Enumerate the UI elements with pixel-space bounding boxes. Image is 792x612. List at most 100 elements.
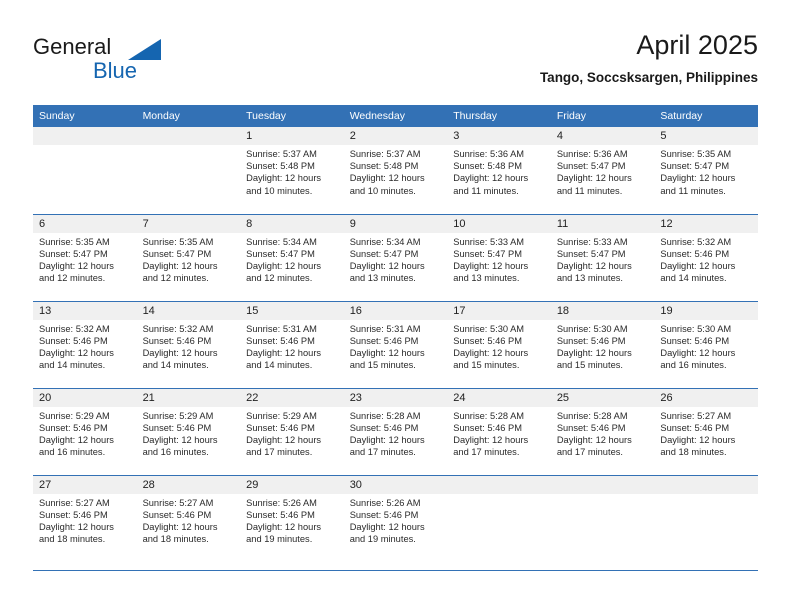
day-number: 2: [343, 127, 448, 145]
calendar-day-cell[interactable]: 24 Sunrise: 5:28 AM Sunset: 5:46 PM Dayligh…: [447, 387, 551, 475]
calendar-week-row: 6 Sunrise: 5:35 AM Sunset: 5:47 PM Daylight…: [33, 213, 758, 301]
calendar-day-cell[interactable]: 2 Sunrise: 5:37 AM Sunset: 5:48 PM Daylight…: [343, 127, 448, 214]
calendar-day-cell[interactable]: 20 Sunrise: 5:29 AM Sunset: 5:46 PM Dayligh…: [33, 387, 137, 475]
daylight-text-line2: and 10 minutes.: [349, 185, 416, 196]
daylight-text-line2: and 19 minutes.: [246, 534, 313, 545]
day-details: Sunrise: 5:37 AM Sunset: 5:48 PM Daylight:…: [344, 145, 448, 197]
daylight-text-line1: Daylight: 12 hours: [453, 173, 529, 184]
calendar-day-cell[interactable]: 8 Sunrise: 5:34 AM Sunset: 5:47 PM Daylight…: [240, 213, 344, 301]
day-number: 13: [33, 301, 137, 320]
sunset-text: Sunset: 5:46 PM: [349, 335, 419, 346]
sunset-text: Sunset: 5:47 PM: [349, 248, 419, 259]
daylight-text-line1: Daylight: 12 hours: [246, 260, 322, 271]
daylight-text-line1: Daylight: 12 hours: [453, 434, 529, 445]
sunset-text: Sunset: 5:47 PM: [453, 248, 522, 259]
sunrise-text: Sunrise: 5:29 AM: [39, 410, 110, 421]
calendar-day-cell[interactable]: 16 Sunrise: 5:31 AM Sunset: 5:46 PM Dayligh…: [343, 300, 448, 388]
sunrise-text: Sunrise: 5:30 AM: [660, 323, 732, 334]
sunrise-text: Sunrise: 5:29 AM: [246, 410, 317, 421]
sunset-text: Sunset: 5:47 PM: [556, 161, 626, 172]
day-number: [550, 475, 655, 494]
sunset-text: Sunset: 5:46 PM: [246, 422, 315, 433]
page-header: General Blue April 2025 Tango, Soccsksar…: [33, 28, 758, 94]
sunrise-text: Sunrise: 5:28 AM: [556, 410, 628, 421]
calendar-day-cell[interactable]: 18 Sunrise: 5:30 AM Sunset: 5:46 PM Dayligh…: [550, 300, 655, 388]
daylight-text-line2: and 17 minutes.: [349, 447, 416, 458]
logo-text-general: General: [33, 34, 112, 59]
sunset-text: Sunset: 5:46 PM: [453, 422, 522, 433]
day-details: Sunrise: 5:32 AM Sunset: 5:46 PM Daylight:…: [33, 320, 137, 372]
sunset-text: Sunset: 5:46 PM: [453, 335, 522, 346]
calendar-day-cell[interactable]: 19 Sunrise: 5:30 AM Sunset: 5:46 PM Dayligh…: [654, 300, 758, 388]
calendar-day-cell[interactable]: 15 Sunrise: 5:31 AM Sunset: 5:46 PM Dayligh…: [240, 300, 344, 388]
sunrise-text: Sunrise: 5:33 AM: [556, 236, 628, 247]
sunset-text: Sunset: 5:47 PM: [246, 248, 315, 259]
day-details: Sunrise: 5:32 AM Sunset: 5:46 PM Daylight:…: [137, 320, 241, 372]
daylight-text-line1: Daylight: 12 hours: [39, 434, 114, 445]
weekday-header-monday: Monday: [136, 105, 241, 127]
calendar-day-cell[interactable]: 26 Sunrise: 5:27 AM Sunset: 5:46 PM Dayligh…: [654, 387, 758, 475]
daylight-text-line1: Daylight: 12 hours: [39, 260, 114, 271]
calendar-day-cell[interactable]: 13 Sunrise: 5:32 AM Sunset: 5:46 PM Dayligh…: [33, 300, 137, 388]
day-number: [447, 475, 551, 494]
calendar-day-cell[interactable]: 10 Sunrise: 5:33 AM Sunset: 5:47 PM Dayligh…: [447, 213, 551, 301]
sunrise-text: Sunrise: 5:36 AM: [453, 149, 525, 159]
calendar-day-cell[interactable]: 11 Sunrise: 5:33 AM Sunset: 5:47 PM Dayligh…: [550, 213, 655, 301]
daylight-text-line2: and 12 minutes.: [39, 273, 106, 284]
sunset-text: Sunset: 5:46 PM: [39, 422, 108, 433]
sunset-text: Sunset: 5:47 PM: [142, 248, 212, 259]
calendar-day-cell[interactable]: 1 Sunrise: 5:37 AM Sunset: 5:48 PM Daylight…: [240, 127, 344, 214]
day-details: Sunrise: 5:27 AM Sunset: 5:46 PM Daylight:…: [654, 407, 758, 459]
daylight-text-line2: and 19 minutes.: [349, 534, 416, 545]
sunrise-text: Sunrise: 5:27 AM: [39, 497, 110, 508]
sunset-text: Sunset: 5:46 PM: [556, 335, 626, 346]
calendar-day-cell[interactable]: 5 Sunrise: 5:35 AM Sunset: 5:47 PM Daylight…: [654, 127, 758, 214]
calendar-empty-cell: [447, 474, 551, 562]
calendar-day-cell[interactable]: 27 Sunrise: 5:27 AM Sunset: 5:46 PM Dayligh…: [33, 474, 137, 562]
calendar-day-cell[interactable]: 6 Sunrise: 5:35 AM Sunset: 5:47 PM Daylight…: [33, 213, 137, 301]
day-number: 7: [136, 214, 241, 233]
calendar-bottom-rule: [33, 570, 758, 572]
daylight-text-line1: Daylight: 12 hours: [246, 347, 322, 358]
day-details: Sunrise: 5:35 AM Sunset: 5:47 PM Daylight:…: [137, 233, 241, 285]
calendar-day-cell[interactable]: 22 Sunrise: 5:29 AM Sunset: 5:46 PM Dayligh…: [240, 387, 344, 475]
calendar-day-cell[interactable]: 25 Sunrise: 5:28 AM Sunset: 5:46 PM Dayligh…: [550, 387, 655, 475]
page-title: April 2025: [636, 30, 758, 60]
day-details: Sunrise: 5:36 AM Sunset: 5:48 PM Daylight:…: [447, 145, 551, 197]
calendar-day-cell[interactable]: 7 Sunrise: 5:35 AM Sunset: 5:47 PM Daylight…: [136, 213, 241, 301]
calendar-day-cell[interactable]: 17 Sunrise: 5:30 AM Sunset: 5:46 PM Dayligh…: [447, 300, 551, 388]
page-subtitle: Tango, Soccsksargen, Philippines: [539, 70, 758, 85]
sunset-text: Sunset: 5:48 PM: [349, 161, 419, 172]
day-details: Sunrise: 5:30 AM Sunset: 5:46 PM Daylight:…: [447, 320, 551, 372]
calendar-day-cell[interactable]: 29 Sunrise: 5:26 AM Sunset: 5:46 PM Dayligh…: [240, 474, 344, 562]
calendar-day-cell[interactable]: 4 Sunrise: 5:36 AM Sunset: 5:47 PM Daylight…: [550, 127, 655, 214]
calendar-day-cell[interactable]: 21 Sunrise: 5:29 AM Sunset: 5:46 PM Dayligh…: [136, 387, 241, 475]
calendar-day-cell[interactable]: 12 Sunrise: 5:32 AM Sunset: 5:46 PM Dayligh…: [654, 213, 758, 301]
day-number: 14: [136, 301, 241, 320]
general-blue-logo[interactable]: General Blue: [33, 34, 163, 86]
sunset-text: Sunset: 5:46 PM: [39, 335, 108, 346]
calendar-day-cell[interactable]: 30 Sunrise: 5:26 AM Sunset: 5:46 PM Dayligh…: [343, 474, 448, 562]
day-details: Sunrise: 5:35 AM Sunset: 5:47 PM Daylight:…: [654, 145, 758, 197]
calendar-day-cell[interactable]: 3 Sunrise: 5:36 AM Sunset: 5:48 PM Daylight…: [447, 127, 551, 214]
daylight-text-line2: and 11 minutes.: [556, 185, 623, 196]
day-number: 30: [343, 475, 448, 494]
day-number: 8: [240, 214, 344, 233]
daylight-text-line1: Daylight: 12 hours: [142, 521, 218, 532]
day-number: 23: [343, 388, 448, 407]
sunset-text: Sunset: 5:46 PM: [142, 335, 212, 346]
day-details: Sunrise: 5:37 AM Sunset: 5:48 PM Daylight:…: [240, 145, 344, 197]
calendar-page: General Blue April 2025 Tango, Soccsksar…: [0, 0, 792, 612]
sunset-text: Sunset: 5:47 PM: [39, 248, 108, 259]
calendar-day-cell[interactable]: 14 Sunrise: 5:32 AM Sunset: 5:46 PM Dayligh…: [136, 300, 241, 388]
day-details: Sunrise: 5:33 AM Sunset: 5:47 PM Daylight:…: [447, 233, 551, 285]
calendar-day-cell[interactable]: 28 Sunrise: 5:27 AM Sunset: 5:46 PM Dayligh…: [136, 474, 241, 562]
daylight-text-line2: and 13 minutes.: [349, 273, 416, 284]
day-number: 24: [447, 388, 551, 407]
sunset-text: Sunset: 5:46 PM: [349, 422, 419, 433]
calendar-day-cell[interactable]: 9 Sunrise: 5:34 AM Sunset: 5:47 PM Daylight…: [343, 213, 448, 301]
day-details: Sunrise: 5:28 AM Sunset: 5:46 PM Daylight:…: [447, 407, 551, 459]
calendar-day-cell[interactable]: 23 Sunrise: 5:28 AM Sunset: 5:46 PM Dayligh…: [343, 387, 448, 475]
day-number: 12: [654, 214, 758, 233]
day-number: 5: [654, 127, 758, 145]
